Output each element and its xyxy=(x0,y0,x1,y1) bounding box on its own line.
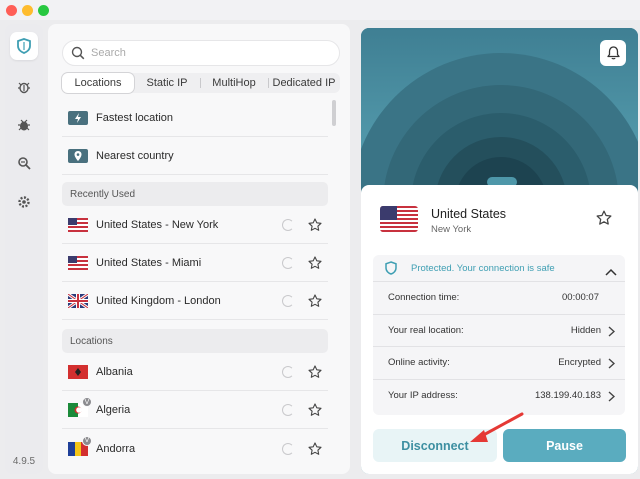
us-flag-icon xyxy=(68,256,88,270)
row-label: Your IP address: xyxy=(388,390,458,402)
list-item-nearest-country[interactable]: Nearest country xyxy=(62,138,328,175)
list-item-label: Andorra xyxy=(96,442,136,455)
online-activity-value: Encrypted xyxy=(558,357,601,369)
connection-time-row: Connection time: 00:00:07 xyxy=(373,282,625,315)
list-item-uk-london[interactable]: United Kingdom - London xyxy=(62,283,328,320)
albania-flag-icon xyxy=(68,365,88,379)
chevron-right-icon xyxy=(608,390,616,405)
loading-spinner-icon xyxy=(282,404,294,416)
notifications-bell-button[interactable] xyxy=(600,40,626,66)
list-item-label: United Kingdom - London xyxy=(96,295,221,307)
list-item-label: Nearest country xyxy=(96,150,174,162)
row-label: Your real location: xyxy=(388,324,464,336)
connection-rings-graphic xyxy=(361,28,638,198)
virtual-location-badge: V xyxy=(82,397,92,407)
locations-panel: Locations Static IP MultiHop Dedicated I… xyxy=(48,24,350,474)
close-window-button[interactable] xyxy=(6,5,17,16)
real-location-row[interactable]: Your real location: Hidden xyxy=(373,315,625,347)
chevron-up-icon[interactable] xyxy=(605,263,617,281)
annotation-arrow-icon xyxy=(470,412,524,442)
search-box xyxy=(62,40,340,66)
list-item-albania[interactable]: Albania xyxy=(62,354,328,391)
section-recently-used: Recently Used xyxy=(62,182,328,206)
tab-dedicated-ip[interactable]: Dedicated IP xyxy=(268,73,340,93)
antivirus-bug-icon[interactable] xyxy=(10,111,38,139)
connected-country: United States xyxy=(431,207,507,221)
chevron-right-icon xyxy=(608,325,616,340)
minimize-window-button[interactable] xyxy=(22,5,33,16)
chevron-right-icon xyxy=(608,358,616,372)
row-label: Connection time: xyxy=(388,292,460,304)
search-icon xyxy=(71,46,85,65)
bug-alert-icon[interactable] xyxy=(10,73,38,101)
tab-multihop[interactable]: MultiHop xyxy=(200,73,268,93)
favorite-star-icon[interactable] xyxy=(308,218,322,232)
zoom-window-button[interactable] xyxy=(38,5,49,16)
list-scrollbar[interactable] xyxy=(332,100,336,126)
virtual-location-badge: V xyxy=(82,435,92,446)
favorite-star-icon[interactable] xyxy=(308,294,322,308)
favorite-star-icon[interactable] xyxy=(308,441,322,456)
ip-address-row[interactable]: Your IP address: 138.199.40.183 xyxy=(373,380,625,413)
connection-status-header[interactable]: Protected. Your connection is safe xyxy=(373,255,625,282)
online-activity-row[interactable]: Online activity: Encrypted xyxy=(373,347,625,380)
window-titlebar xyxy=(0,0,640,20)
sidebar: 4.9.5 xyxy=(5,24,43,474)
list-item-us-new-york[interactable]: United States - New York xyxy=(62,207,328,244)
bell-icon xyxy=(606,46,620,60)
us-flag-icon xyxy=(68,218,88,232)
vpn-shield-icon[interactable] xyxy=(10,32,38,60)
list-item-algeria[interactable]: V Algeria xyxy=(62,392,328,429)
list-item-label: United States - Miami xyxy=(96,257,202,269)
favorite-star-icon[interactable] xyxy=(308,403,322,417)
connection-time-value: 00:00:07 xyxy=(562,292,599,304)
search-scan-icon[interactable] xyxy=(10,149,38,177)
list-item-fastest-location[interactable]: Fastest location xyxy=(62,100,328,137)
list-item-us-miami[interactable]: United States - Miami xyxy=(62,245,328,282)
connected-city: New York xyxy=(431,224,472,235)
location-tabs: Locations Static IP MultiHop Dedicated I… xyxy=(62,73,340,93)
loading-spinner-icon xyxy=(282,257,294,269)
tab-static-ip[interactable]: Static IP xyxy=(134,73,200,93)
ip-address-value: 138.199.40.183 xyxy=(534,390,601,402)
list-item-label: Fastest location xyxy=(96,112,174,124)
section-locations: Locations xyxy=(62,329,328,353)
shield-icon xyxy=(385,261,397,275)
loading-spinner-icon xyxy=(282,366,294,378)
connection-status-text: Protected. Your connection is safe xyxy=(411,262,555,274)
loading-spinner-icon xyxy=(282,219,294,231)
list-item-label: Albania xyxy=(96,366,133,378)
uk-flag-icon xyxy=(68,294,88,308)
real-location-value: Hidden xyxy=(570,324,601,336)
row-label: Online activity: xyxy=(388,357,450,369)
favorite-star-icon[interactable] xyxy=(596,210,612,231)
connection-info-box: Protected. Your connection is safe Conne… xyxy=(373,255,625,415)
favorite-star-icon[interactable] xyxy=(308,256,322,270)
list-item-label: United States - New York xyxy=(96,219,219,231)
search-input[interactable] xyxy=(91,45,331,61)
favorite-star-icon[interactable] xyxy=(308,365,322,379)
settings-gear-icon[interactable] xyxy=(10,188,38,216)
location-pin-icon xyxy=(68,149,88,163)
list-item-label: Algeria xyxy=(96,404,131,416)
app-version: 4.9.5 xyxy=(12,456,36,467)
connection-panel: United States New York Protected. Your c… xyxy=(361,28,638,474)
loading-spinner-icon xyxy=(282,442,294,455)
tab-locations[interactable]: Locations xyxy=(62,73,134,93)
us-flag-icon xyxy=(380,206,418,232)
loading-spinner-icon xyxy=(282,295,294,307)
lightning-icon xyxy=(68,111,88,125)
list-item-andorra[interactable]: V Andorra xyxy=(62,430,328,467)
